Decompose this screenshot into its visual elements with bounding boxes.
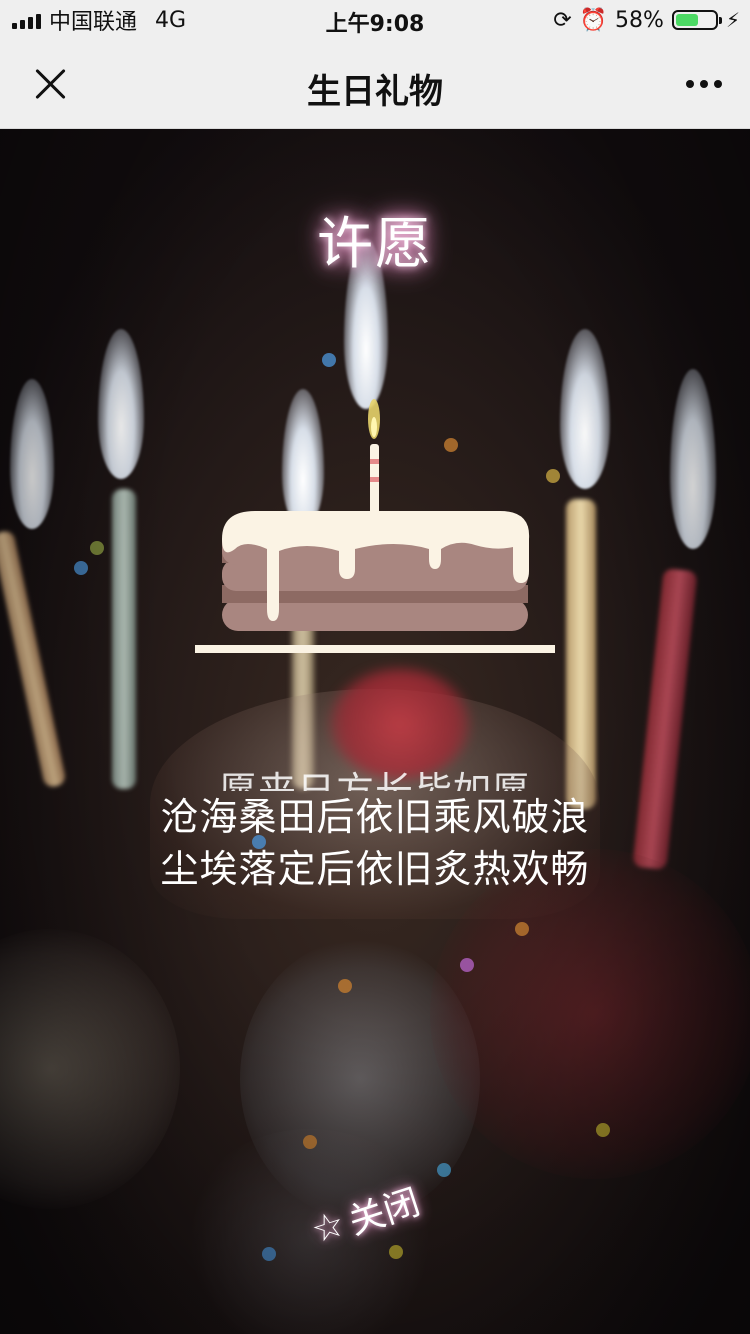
battery-fill (675, 14, 698, 26)
status-right: ⟳ ⏰ 58% ⚡ (553, 6, 740, 34)
cake-illustration (195, 399, 555, 653)
candle-icon (368, 399, 380, 514)
alarm-icon: ⏰ (579, 7, 608, 33)
charging-icon: ⚡ (725, 8, 740, 32)
wish-scene: 许愿 愿来日方长皆如愿 沧海桑田后依旧乘风破浪 尘埃落定后依旧炙热欢畅 ☆ 关闭 (0, 129, 750, 1334)
more-icon[interactable] (686, 80, 722, 88)
vignette-overlay (0, 129, 750, 1334)
wish-message: 愿来日方长皆如愿 沧海桑田后依旧乘风破浪 尘埃落定后依旧炙热欢畅 (0, 769, 750, 895)
nav-bar: 生日礼物 (0, 40, 750, 129)
battery-percent: 58% (615, 7, 664, 33)
page-title: 生日礼物 (307, 72, 443, 112)
wish-title: 许愿 (317, 212, 433, 277)
wish-line: 沧海桑田后依旧乘风破浪 (160, 795, 590, 839)
status-bar: 中国联通 4G 上午9:08 ⟳ ⏰ 58% ⚡ (0, 0, 750, 40)
wish-line: 愿来日方长皆如愿 (218, 769, 531, 791)
rotation-lock-icon: ⟳ (553, 7, 572, 33)
battery-icon (671, 10, 722, 30)
wish-line: 尘埃落定后依旧炙热欢畅 (160, 847, 590, 891)
